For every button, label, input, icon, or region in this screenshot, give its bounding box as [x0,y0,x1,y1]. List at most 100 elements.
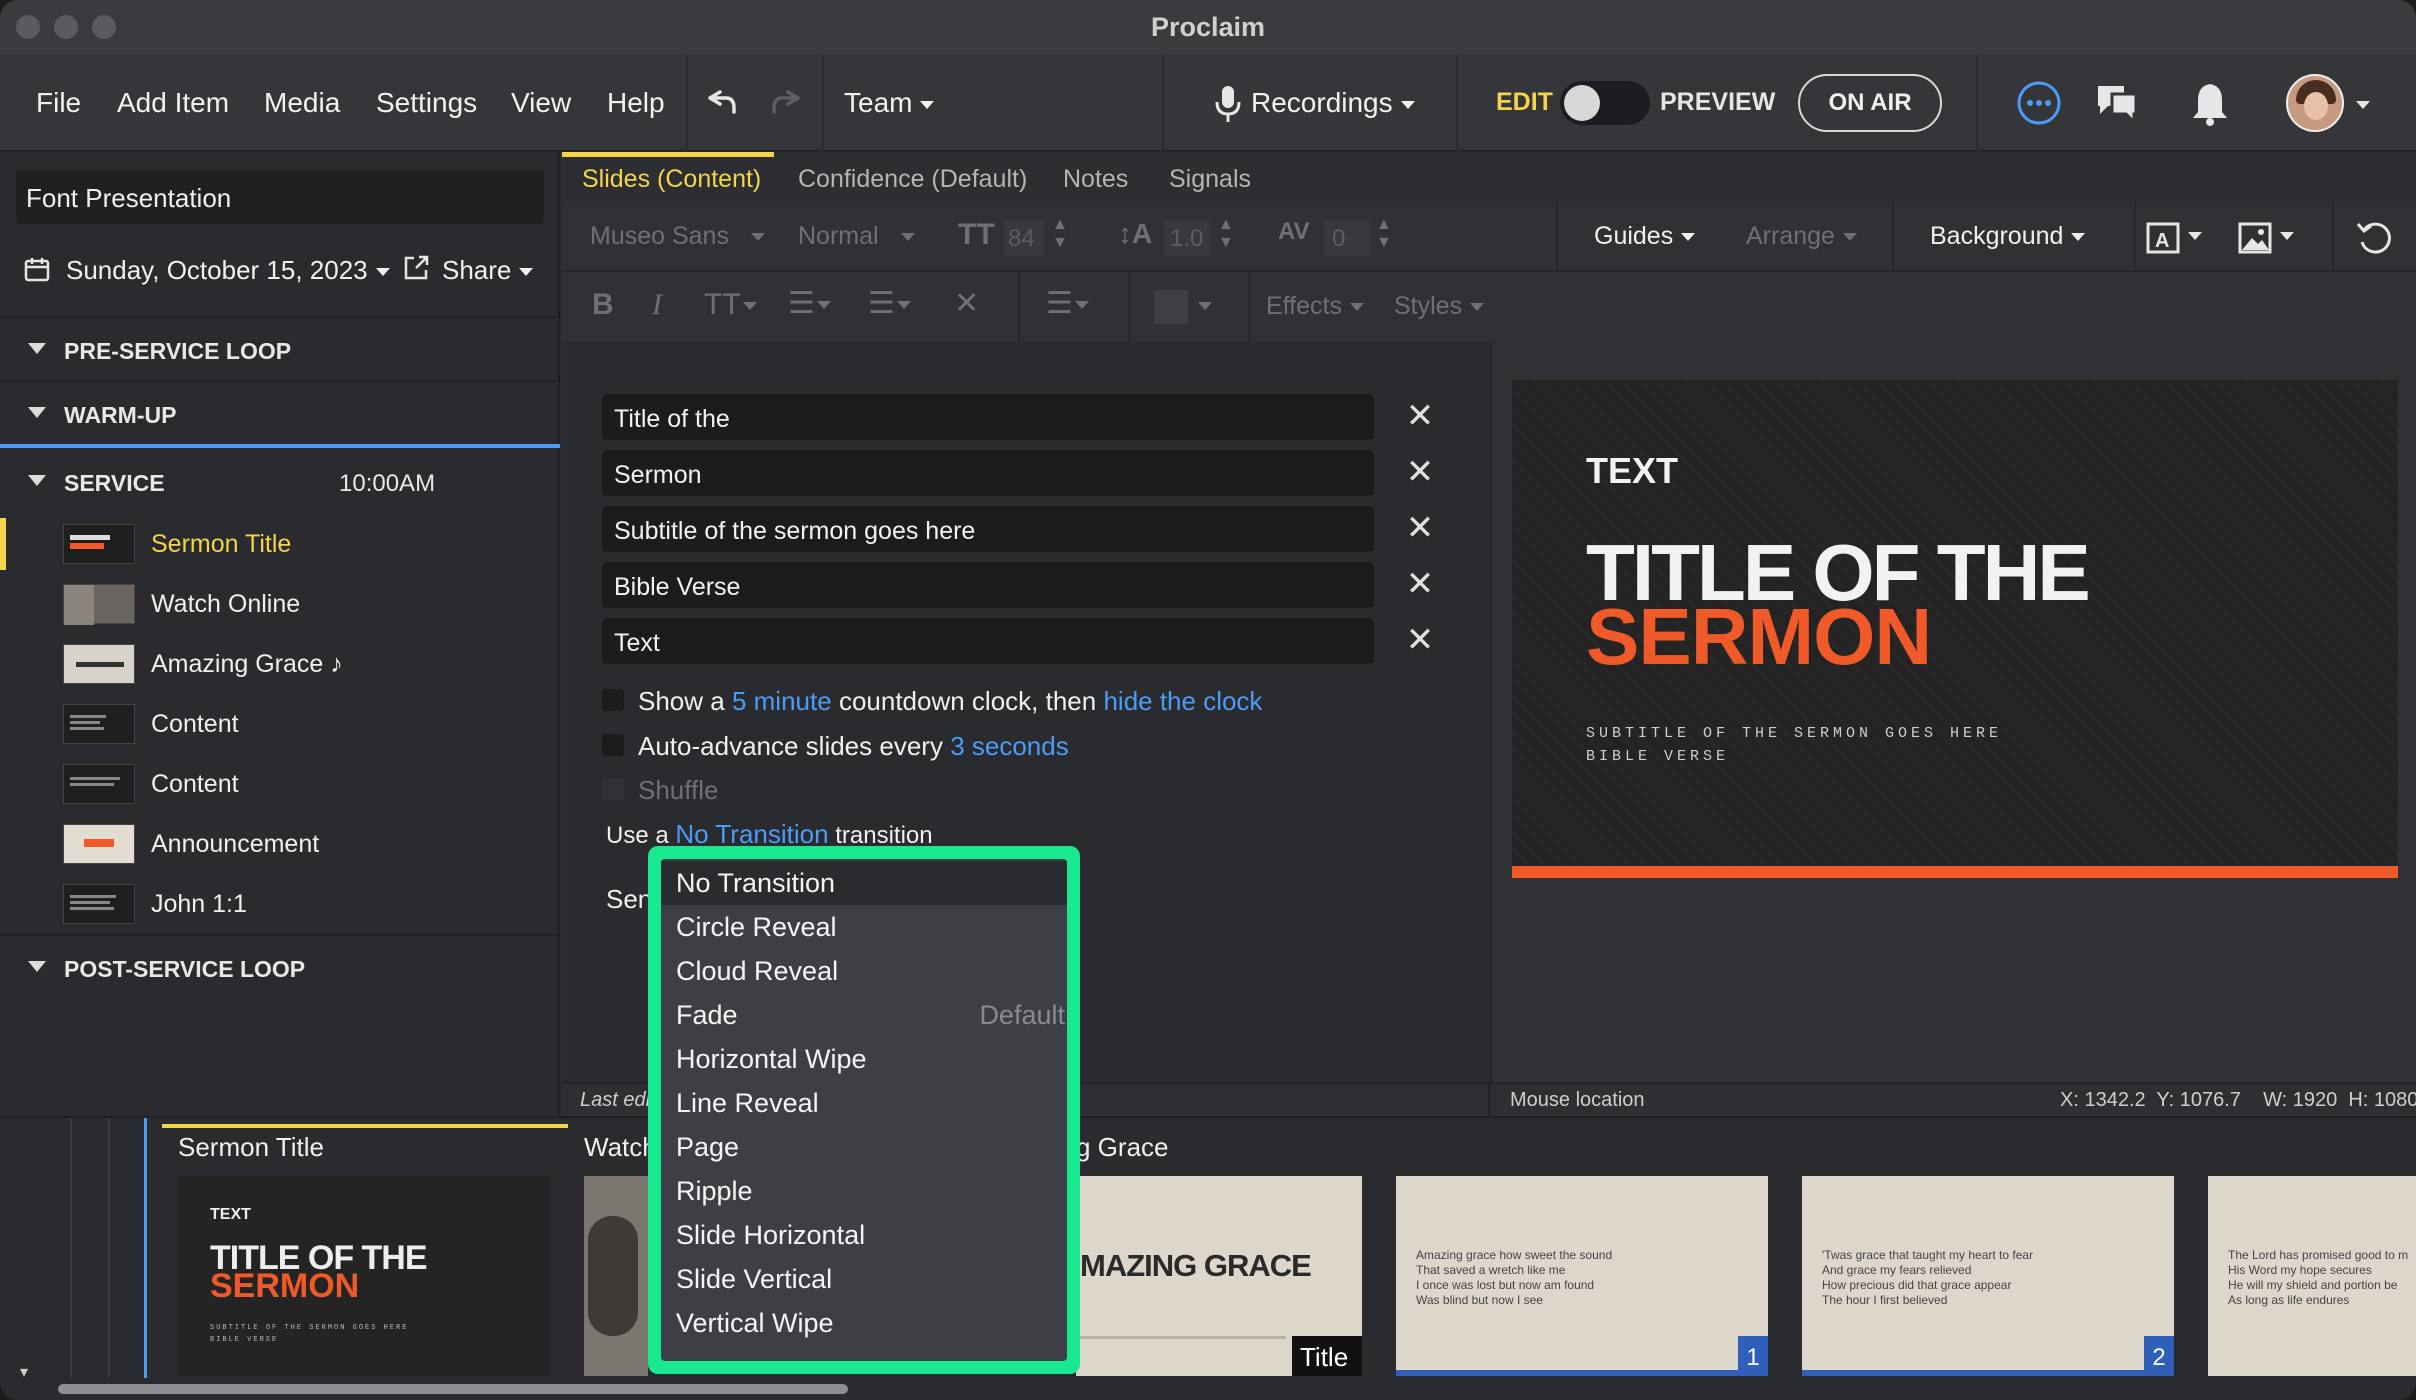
transition-link[interactable]: No Transition [675,819,828,849]
countdown-minutes-link[interactable]: 5 minute [732,686,832,716]
recordings-dropdown[interactable]: Recordings [1251,87,1415,119]
transition-option-slide-horizontal[interactable]: Slide Horizontal [661,1213,1067,1257]
lyric-line: And grace my fears relieved [1822,1263,1972,1277]
menu-help[interactable]: Help [607,87,665,119]
slide-card-amazing-grace-title[interactable]: MAZING GRACE Title [1076,1176,1362,1376]
section-label: PRE-SERVICE LOOP [64,338,292,364]
svg-text:A: A [2155,230,2169,252]
auto-advance-seconds-link[interactable]: 3 seconds [950,731,1069,761]
item-label: Content [151,710,239,738]
sidebar-item-sermon-title[interactable]: Sermon Title [0,514,560,574]
countdown-checkbox[interactable] [602,689,624,711]
close-window-button[interactable] [16,15,40,39]
zoom-window-button[interactable] [92,15,116,39]
collapse-strip-icon[interactable]: ▾ [20,1362,28,1382]
remove-field-close-icon[interactable]: ✕ [1402,622,1438,658]
notifications-bell-icon[interactable] [2190,80,2230,126]
styles-dropdown: Styles [1394,292,1485,321]
avatar-chevron-down-icon[interactable] [2348,96,2370,114]
service-date-dropdown[interactable]: Sunday, October 15, 2023 [66,255,390,286]
text-field-text[interactable]: Text [602,618,1374,664]
group-title-watch: Watch [584,1132,657,1162]
effects-label: Effects [1266,292,1342,320]
menu-settings[interactable]: Settings [376,87,477,119]
share-label: Share [442,255,512,285]
slide-card-lyric-1[interactable]: Amazing grace how sweet the sound That sa… [1396,1176,1768,1376]
horizontal-scrollbar[interactable] [58,1384,848,1394]
transition-option-page[interactable]: Page [661,1125,1067,1169]
item-label: Content [151,770,239,798]
menu-file[interactable]: File [36,87,81,119]
background-label: Background [1930,222,2064,250]
text-field-bible-verse[interactable]: Bible Verse [602,562,1374,608]
transition-option-cloud-reveal[interactable]: Cloud Reveal [661,949,1067,993]
insert-text-box-button[interactable]: A [2144,220,2206,256]
menu-view[interactable]: View [511,87,571,119]
transition-option-ripple[interactable]: Ripple [661,1169,1067,1213]
remove-field-close-icon[interactable]: ✕ [1402,398,1438,434]
transition-option-vertical-wipe[interactable]: Vertical Wipe [661,1301,1067,1345]
slide-card-sermon-title[interactable]: TEXT TITLE OF THE SERMON SUBTITLE OF THE… [178,1176,550,1376]
undo-icon[interactable] [702,88,738,118]
hide-clock-link[interactable]: hide the clock [1103,686,1262,716]
user-avatar[interactable] [2286,74,2344,132]
section-warm-up[interactable]: WARM-UP [0,382,560,448]
text-field-title[interactable]: Title of the [602,394,1374,440]
insert-image-button[interactable] [2236,220,2298,256]
line-height-stepper-icon: ▲ ▼ [1218,216,1234,251]
menu-media[interactable]: Media [264,87,340,119]
share-dropdown[interactable]: Share [442,255,534,286]
minimize-window-button[interactable] [54,15,78,39]
selected-indicator [0,518,6,570]
chat-icon[interactable] [2094,80,2140,126]
presentation-name-field[interactable]: Font Presentation [16,170,544,224]
transition-option-no-transition[interactable]: No Transition [661,861,1067,905]
team-dropdown[interactable]: Team [844,87,935,119]
sidebar-item-content[interactable]: Content [0,694,560,754]
tab-confidence[interactable]: Confidence (Default) [798,165,1027,194]
section-service[interactable]: SERVICE 10:00AM [0,450,560,516]
text-field-title-2[interactable]: Sermon [602,450,1374,496]
remove-field-close-icon[interactable]: ✕ [1402,510,1438,546]
section-pre-service-loop[interactable]: PRE-SERVICE LOOP [0,316,560,382]
transition-option-horizontal-wipe[interactable]: Horizontal Wipe [661,1037,1067,1081]
section-label: POST-SERVICE LOOP [64,956,306,982]
transition-option-slide-vertical[interactable]: Slide Vertical [661,1257,1067,1301]
tab-signals[interactable]: Signals [1169,165,1251,194]
text-field-subtitle[interactable]: Subtitle of the sermon goes here [602,506,1374,552]
letter-spacing-stepper-icon: ▲ ▼ [1376,216,1392,251]
arrange-dropdown: Arrange [1746,222,1857,251]
tab-slides-content[interactable]: Slides (Content) [582,165,761,194]
tab-notes[interactable]: Notes [1063,165,1128,194]
lyric-text: The Lord has promised good to m His Word … [2228,1248,2408,1308]
edit-preview-toggle[interactable] [1560,81,1650,125]
sidebar-item-amazing-grace[interactable]: Amazing Grace ♪ [0,634,560,694]
sidebar-item-john-1-1[interactable]: John 1:1 [0,874,560,934]
menu-add-item[interactable]: Add Item [117,87,229,119]
microphone-icon [1215,86,1241,122]
slide-card-lyric-3[interactable]: The Lord has promised good to m His Word … [2208,1176,2416,1376]
mouse-coordinates: X: 1342.2 Y: 1076.7 W: 1920 H: 1080 [2060,1089,2416,1111]
more-options-icon[interactable] [2016,80,2062,126]
sidebar-item-watch-online[interactable]: Watch Online [0,574,560,634]
section-post-service-loop[interactable]: POST-SERVICE LOOP [0,934,560,1000]
app-window: Proclaim File Add Item Media Settings Vi… [0,0,2416,1400]
remove-field-close-icon[interactable]: ✕ [1402,454,1438,490]
transition-option-line-reveal[interactable]: Line Reveal [661,1081,1067,1125]
slide-card-lyric-2[interactable]: 'Twas grace that taught my heart to fear… [1802,1176,2174,1376]
transition-option-circle-reveal[interactable]: Circle Reveal [661,905,1067,949]
remove-field-close-icon[interactable]: ✕ [1402,566,1438,602]
background-dropdown[interactable]: Background [1930,222,2086,251]
on-air-button[interactable]: ON AIR [1798,74,1942,132]
lyric-line: The hour I first believed [1822,1293,1948,1307]
transition-menu: No Transition Circle Reveal Cloud Reveal… [648,846,1080,1374]
transition-option-fade[interactable]: Fade Default [661,993,1067,1037]
auto-advance-checkbox[interactable] [602,734,624,756]
reset-icon[interactable] [2354,218,2396,258]
slide-card-watch-online[interactable] [584,1176,648,1376]
guides-dropdown[interactable]: Guides [1594,222,1696,251]
sidebar-item-announcement[interactable]: Announcement [0,814,560,874]
shuffle-label: Shuffle [638,775,719,805]
card-title-line-2: SERMON [210,1267,360,1305]
sidebar-item-content-2[interactable]: Content [0,754,560,814]
